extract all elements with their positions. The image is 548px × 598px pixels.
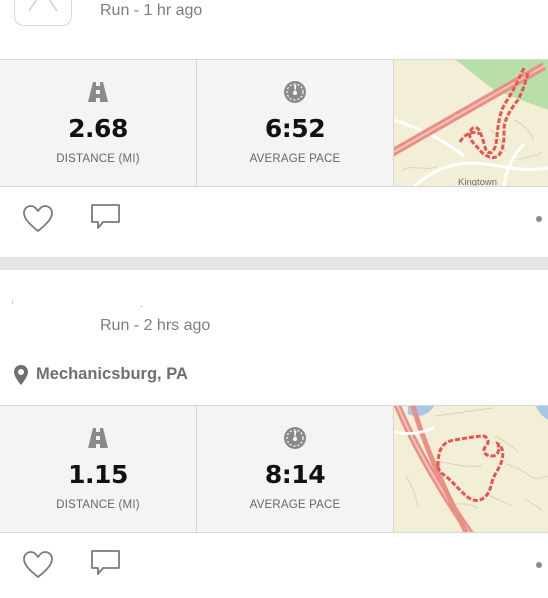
speedometer-icon xyxy=(284,81,306,103)
activity-stats[interactable]: 1.15 DISTANCE (MI) 8:14 AVERAGE PACE xyxy=(0,405,548,533)
more-options-dot[interactable] xyxy=(536,562,542,568)
faded-name-mark xyxy=(140,306,143,307)
activity-meta: Run - 1 hr ago xyxy=(100,2,203,19)
pace-label: AVERAGE PACE xyxy=(249,153,341,165)
comment-icon[interactable] xyxy=(90,202,122,234)
pace-value: 8:14 xyxy=(264,460,326,489)
pace-label: AVERAGE PACE xyxy=(249,499,341,511)
activity-actions xyxy=(0,192,548,252)
activity-meta: Run - 2 hrs ago xyxy=(100,317,211,334)
heart-icon[interactable] xyxy=(22,204,54,234)
distance-value: 2.68 xyxy=(68,114,128,143)
pace-stat: 6:52 AVERAGE PACE xyxy=(197,60,394,186)
feed-divider xyxy=(0,257,548,270)
activity-stats[interactable]: 2.68 DISTANCE (MI) 6:52 AVERAGE PACE Kin… xyxy=(0,59,548,187)
distance-stat: 1.15 DISTANCE (MI) xyxy=(0,406,197,532)
distance-label: DISTANCE (MI) xyxy=(56,153,140,165)
comment-icon[interactable] xyxy=(90,548,122,580)
route-map[interactable] xyxy=(394,406,548,532)
speedometer-icon xyxy=(284,427,306,449)
distance-stat: 2.68 DISTANCE (MI) xyxy=(0,60,197,186)
avatar[interactable] xyxy=(14,0,72,26)
map-place-label: Kingtown xyxy=(458,177,498,186)
more-options-dot[interactable] xyxy=(536,216,542,222)
route-map[interactable]: Kingtown xyxy=(394,60,548,186)
pace-stat: 8:14 AVERAGE PACE xyxy=(197,406,394,532)
distance-value: 1.15 xyxy=(68,460,128,489)
activity-actions xyxy=(0,538,548,598)
faded-avatar-mark xyxy=(12,300,13,304)
location-name: Mechanicsburg, PA xyxy=(36,365,188,383)
distance-label: DISTANCE (MI) xyxy=(56,499,140,511)
location-pin-icon xyxy=(14,365,28,385)
road-icon xyxy=(88,82,108,102)
pace-value: 6:52 xyxy=(264,114,326,143)
road-icon xyxy=(88,428,108,448)
heart-icon[interactable] xyxy=(22,550,54,580)
